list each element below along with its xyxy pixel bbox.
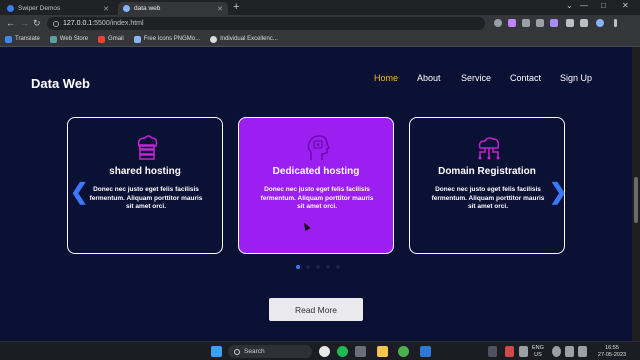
url-host: 127.0.0.1 <box>63 20 93 27</box>
nav-about[interactable]: About <box>417 73 441 83</box>
bookmark-label: Translate <box>15 36 40 42</box>
gmail-icon <box>98 35 106 43</box>
pngmart-icon <box>133 35 141 43</box>
tab-search-icon[interactable]: ⌄ <box>566 1 573 10</box>
taskbar-search[interactable]: Search <box>228 345 312 358</box>
search-icon <box>234 348 240 355</box>
bookmark-label: Free Icons PNGMo... <box>143 36 201 42</box>
browser-toolbar: ← → ↻ 127.0.0.1:5500/index.html <box>0 15 640 32</box>
windows-taskbar: Search ENG US 16:55 27-05-2023 <box>0 341 640 360</box>
bookmark-web-store[interactable]: Web Store <box>49 35 89 43</box>
url-path: :5500/index.html <box>92 20 144 27</box>
sidebar-icon[interactable] <box>580 19 588 27</box>
news-widget-icon[interactable] <box>319 346 330 357</box>
brain-head-icon <box>307 135 331 160</box>
task-view-icon[interactable] <box>355 346 366 357</box>
spotify-icon[interactable] <box>337 346 348 357</box>
puzzle-icon[interactable] <box>566 19 574 27</box>
address-bar[interactable]: 127.0.0.1:5500/index.html <box>47 17 485 30</box>
clock-date: 27-05-2023 <box>597 351 627 358</box>
scrollbar-thumb[interactable] <box>634 177 638 223</box>
forward-button[interactable]: → <box>20 18 29 28</box>
bookmark-translate[interactable]: Translate <box>5 35 40 43</box>
tab-title: data web <box>134 5 161 12</box>
tab-title: Swiper Demos <box>18 5 61 12</box>
wifi-icon[interactable] <box>552 346 561 357</box>
service-card-shared-hosting[interactable]: shared hosting Donec nec justo eget feli… <box>67 117 223 254</box>
maximize-button[interactable]: □ <box>601 1 606 10</box>
menu-icon[interactable] <box>614 19 617 27</box>
region-code: US <box>534 351 542 358</box>
camera-icon[interactable] <box>494 19 502 27</box>
extension-icon[interactable] <box>508 19 516 27</box>
tab-data-web[interactable]: data web ✕ <box>118 2 228 15</box>
bookmark-individual-excellence[interactable]: Individual Excellenc... <box>210 35 278 43</box>
language-indicator[interactable]: ENG US <box>532 345 544 358</box>
profile-avatar[interactable] <box>596 19 604 27</box>
extension-icon[interactable] <box>550 19 558 27</box>
card-text: Donec nec justo eget felis facilisis fer… <box>89 186 203 210</box>
tab-close-icon[interactable]: ✕ <box>103 5 109 13</box>
service-card-domain-registration[interactable]: Domain Registration Donec nec justo eget… <box>409 117 565 254</box>
bookmark-label: Individual Excellenc... <box>220 36 278 42</box>
bookmarks-bar: Translate Web Store Gmail Free Icons PNG… <box>0 32 640 47</box>
globe-icon <box>210 35 218 43</box>
web-store-icon <box>49 35 57 43</box>
tray-app-icon[interactable] <box>505 346 514 357</box>
pagination-dot[interactable] <box>296 265 300 269</box>
clock[interactable]: 16:55 27-05-2023 <box>590 345 634 358</box>
page-scrollbar[interactable] <box>632 47 640 341</box>
reload-button[interactable]: ↻ <box>33 18 41 29</box>
microphone-icon[interactable] <box>519 346 528 357</box>
tab-close-icon[interactable]: ✕ <box>217 5 223 13</box>
bookmark-label: Web Store <box>59 36 89 42</box>
card-title: Domain Registration <box>438 166 536 177</box>
bookmark-gmail[interactable]: Gmail <box>98 35 124 43</box>
nav-home[interactable]: Home <box>374 73 398 83</box>
next-slide-arrow[interactable]: ❯ <box>549 179 567 205</box>
cloud-network-icon <box>478 137 500 160</box>
site-logo[interactable]: Data Web <box>31 76 90 91</box>
tab-favicon-icon <box>7 5 14 12</box>
card-title: Dedicated hosting <box>272 166 360 177</box>
pagination-dot[interactable] <box>336 265 340 269</box>
page-viewport: Data Web Home About Service Contact Sign… <box>0 47 632 341</box>
tab-swiper-demos[interactable]: Swiper Demos ✕ <box>2 2 114 15</box>
vscode-icon[interactable] <box>420 346 431 357</box>
pagination-dot[interactable] <box>316 265 320 269</box>
new-tab-button[interactable]: + <box>233 1 239 13</box>
language-code: ENG <box>532 345 544 351</box>
tab-favicon-icon <box>123 5 130 12</box>
bookmark-free-icons[interactable]: Free Icons PNGMo... <box>133 35 201 43</box>
back-button[interactable]: ← <box>6 18 15 28</box>
file-explorer-icon[interactable] <box>377 346 388 357</box>
nav-service[interactable]: Service <box>461 73 491 83</box>
close-window-button[interactable]: ✕ <box>622 1 629 10</box>
extension-icon[interactable] <box>522 19 530 27</box>
card-text: Donec nec justo eget felis facilisis fer… <box>260 186 374 210</box>
screen: Swiper Demos ✕ data web ✕ + ⌄ — □ ✕ ← → … <box>0 0 640 360</box>
nav-sign-up[interactable]: Sign Up <box>560 73 592 83</box>
pagination-dot[interactable] <box>306 265 310 269</box>
read-more-button[interactable]: Read More <box>269 298 363 321</box>
battery-icon[interactable] <box>578 346 587 357</box>
site-info-icon[interactable] <box>53 20 59 27</box>
pagination-dot[interactable] <box>326 265 330 269</box>
card-text: Donec nec justo eget felis facilisis fer… <box>431 186 545 210</box>
server-icon <box>137 135 158 160</box>
card-title: shared hosting <box>109 166 181 177</box>
service-card-dedicated-hosting[interactable]: Dedicated hosting Donec nec justo eget f… <box>238 117 394 254</box>
minimize-button[interactable]: — <box>580 1 588 10</box>
bookmark-label: Gmail <box>108 36 124 42</box>
extension-icon[interactable] <box>536 19 544 27</box>
slider-pagination <box>296 265 340 269</box>
tab-strip: Swiper Demos ✕ data web ✕ + ⌄ — □ ✕ <box>0 0 640 15</box>
chrome-icon[interactable] <box>398 346 409 357</box>
volume-icon[interactable] <box>565 346 574 357</box>
nav-contact[interactable]: Contact <box>510 73 541 83</box>
translate-icon <box>5 35 12 43</box>
windows-start-icon[interactable] <box>211 346 222 357</box>
tray-chevron-icon[interactable] <box>488 346 497 357</box>
search-label: Search <box>244 348 265 355</box>
